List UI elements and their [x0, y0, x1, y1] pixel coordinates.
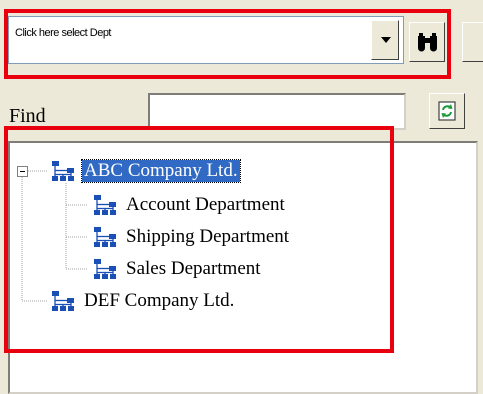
tree-node-child[interactable]: Account Department: [92, 193, 287, 217]
collapse-toggle[interactable]: [17, 166, 28, 177]
org-chart-icon: [94, 259, 116, 279]
org-chart-icon: [52, 291, 74, 311]
org-chart-icon: [94, 227, 116, 247]
org-chart-icon: [52, 161, 74, 181]
tree-node-label: Sales Department: [126, 258, 261, 279]
tree-node-child[interactable]: Shipping Department: [92, 225, 291, 249]
org-chart-icon: [94, 195, 116, 215]
tree-node-root[interactable]: ABC Company Ltd.: [50, 159, 241, 183]
tree-node-root[interactable]: DEF Company Ltd.: [50, 289, 236, 313]
tree-node-child[interactable]: Sales Department: [92, 257, 263, 281]
tree-node-label: ABC Company Ltd.: [81, 159, 241, 183]
tree-node-label: DEF Company Ltd.: [84, 290, 235, 311]
tree-node-label: Account Department: [126, 194, 285, 215]
tree-node-label: Shipping Department: [126, 226, 290, 247]
